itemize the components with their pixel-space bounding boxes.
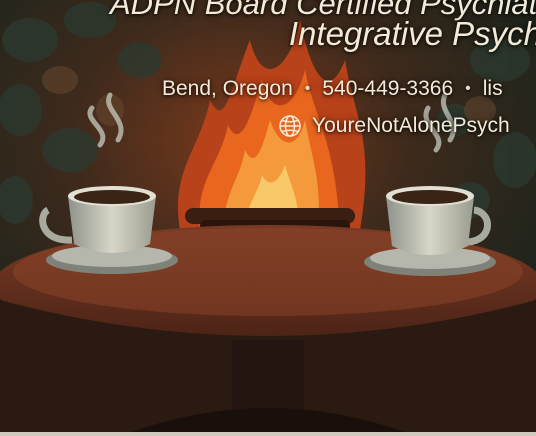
fireplace-illustration (0, 0, 536, 436)
website-row[interactable]: YoureNotAlonePsych (278, 114, 510, 138)
banner: ADPN Board Certified Psychiatric Integra… (0, 0, 536, 436)
location-text: Bend, Oregon (162, 77, 293, 100)
email-link[interactable]: lis (483, 77, 503, 101)
contact-row: Bend, Oregon • 540-449-3366 • lis (162, 77, 503, 101)
phone-link[interactable]: 540-449-3366 (322, 77, 453, 101)
separator-dot: • (304, 80, 311, 97)
website-link[interactable]: YoureNotAlonePsych (312, 114, 510, 138)
banner-title-line-2: Integrative Psych (288, 15, 536, 52)
divider (0, 432, 536, 436)
globe-icon (279, 115, 301, 137)
separator-dot: • (465, 80, 471, 97)
